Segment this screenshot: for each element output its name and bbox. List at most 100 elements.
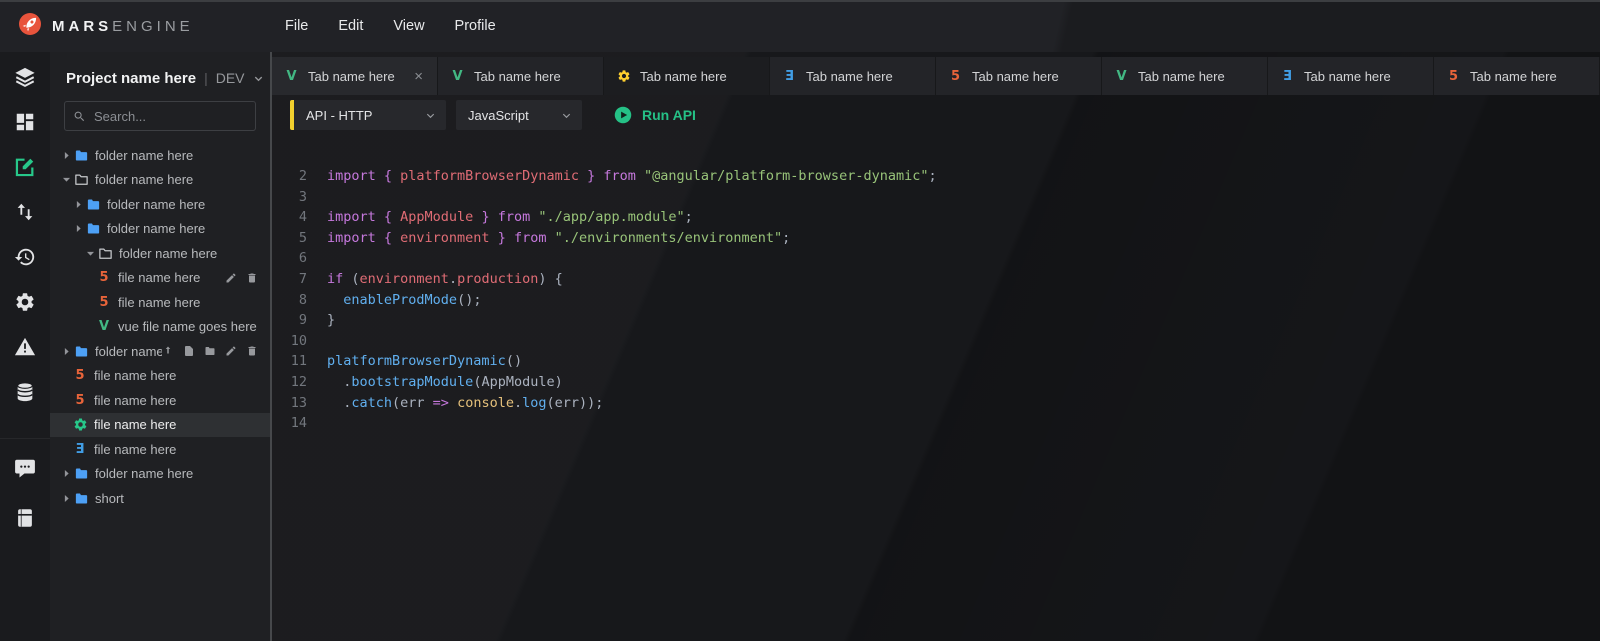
code-text: if (environment.production) { [327,271,563,292]
close-icon[interactable]: × [412,69,425,84]
tab-vue-icon: V [284,70,299,83]
rail-item-edit-square[interactable] [14,156,36,178]
search-box[interactable] [64,101,256,131]
environment-selector[interactable]: DEV [216,70,245,86]
tree-file-row[interactable]: 5file name here [50,388,270,413]
menu-item-view[interactable]: View [393,18,424,34]
menu-bar: File Edit View Profile [285,18,496,34]
file-label: file name here [118,270,200,285]
tree-file-row[interactable]: 5 file name here [50,290,270,315]
tree-folder-row[interactable]: folder name [50,339,270,364]
tree-file-row[interactable]: file name here [50,413,270,438]
folder-label: folder name [95,344,162,359]
new-folder-icon[interactable] [204,345,216,357]
menu-item-edit[interactable]: Edit [338,18,363,34]
tab-vue-icon: V [450,70,465,83]
line-number: 8 [272,292,327,313]
editor-toolbar: API - HTTP JavaScript Run API [290,100,696,130]
tree-folder-row[interactable]: folder name here [50,192,270,217]
caret-right-icon[interactable] [60,149,73,162]
tree-folder-row[interactable]: folder name here [50,217,270,242]
caret-right-icon[interactable] [72,222,85,235]
new-file-icon[interactable] [183,345,195,357]
tree-folder-row[interactable]: short [50,486,270,511]
caret-right-icon[interactable] [60,467,73,480]
tab-3[interactable]: Tab name here [604,57,770,95]
caret-down-icon[interactable] [60,173,73,186]
tab-1[interactable]: VTab name here× [272,57,438,95]
rail-item-swap-vertical[interactable] [14,201,36,223]
tab-4[interactable]: ƎTab name here [770,57,936,95]
database-icon [14,381,36,403]
app-window: MARSENGINE FileEditViewProfile Project n… [0,0,1600,641]
caret-right-icon[interactable] [60,345,73,358]
tab-8[interactable]: 5Tab name here [1434,57,1600,95]
upload-icon[interactable] [162,345,174,357]
folder-label: folder name here [95,172,193,187]
gear-green-file-icon [72,417,88,432]
tree-file-row[interactable]: 5file name here [50,364,270,389]
search-icon [73,110,86,123]
file-label: file name here [94,442,176,457]
delete-icon[interactable] [246,272,258,284]
delete-icon[interactable] [246,345,258,357]
run-api-button[interactable]: Run API [614,106,696,124]
language-select[interactable]: JavaScript [456,100,582,130]
tree-file-row[interactable]: Ǝfile name here [50,437,270,462]
caret-right-icon[interactable] [60,492,73,505]
tree-folder-row[interactable]: folder name here [50,168,270,193]
menu-item-file[interactable]: File [285,18,308,34]
caret-right-icon[interactable] [72,198,85,211]
folder-label: folder name here [107,197,205,212]
line-number: 13 [272,395,327,416]
file-tree: folder name here folder name here folder n… [50,143,270,511]
file-label: file name here [94,368,176,383]
tab-label: Tab name here [474,69,561,84]
tab-bar: VTab name here×VTab name hereTab name he… [272,57,1600,95]
tab-5[interactable]: 5Tab name here [936,57,1102,95]
endpoint-type-select[interactable]: API - HTTP [290,100,446,130]
tab-css-icon: Ǝ [1280,70,1295,83]
rail-item-dashboard[interactable] [14,111,36,133]
folder-label: folder name here [119,246,217,261]
code-editor[interactable]: 2import { platformBrowserDynamic } from … [272,168,1600,436]
caret-down-icon[interactable] [84,247,97,260]
tree-folder-row[interactable]: folder name here [50,462,270,487]
tree-file-row[interactable]: 5file name here [50,266,270,291]
html-file-icon: 5 [96,296,112,309]
code-line: 9} [272,312,1600,333]
tree-file-row[interactable]: Vvue file name goes here [50,315,270,340]
tree-folder-row[interactable]: folder name here [50,143,270,168]
rail-item-chat[interactable] [14,457,36,479]
rail-top-group [0,52,50,403]
tab-6[interactable]: VTab name here [1102,57,1268,95]
header-separator: | [204,70,208,86]
rail-item-database[interactable] [14,381,36,403]
folder-label: short [95,491,124,506]
menu-item-profile[interactable]: Profile [455,18,496,34]
chevron-down-icon[interactable] [253,73,264,84]
line-number: 14 [272,415,327,436]
search-input[interactable] [92,108,247,125]
rail-item-book[interactable] [14,507,36,529]
folder-label: folder name here [95,466,193,481]
endpoint-type-value: API - HTTP [306,108,372,123]
row-actions [162,345,262,357]
file-label: file name here [118,295,200,310]
rail-item-settings[interactable] [14,291,36,313]
rail-item-history[interactable] [14,246,36,268]
play-icon [614,106,632,124]
html-file-icon: 5 [72,394,88,407]
code-text: .bootstrapModule(AppModule) [327,374,563,395]
tab-2[interactable]: V Tab name here [438,57,604,95]
rail-item-warning[interactable] [14,336,36,358]
rename-icon[interactable] [225,272,237,284]
rename-icon[interactable] [225,345,237,357]
chevron-down-icon [561,110,572,121]
run-api-label: Run API [642,107,696,123]
rail-item-layers[interactable] [14,66,36,88]
book-icon [14,507,36,529]
tab-7[interactable]: ƎTab name here [1268,57,1434,95]
tree-folder-row[interactable]: folder name here [50,241,270,266]
line-number: 6 [272,250,327,271]
